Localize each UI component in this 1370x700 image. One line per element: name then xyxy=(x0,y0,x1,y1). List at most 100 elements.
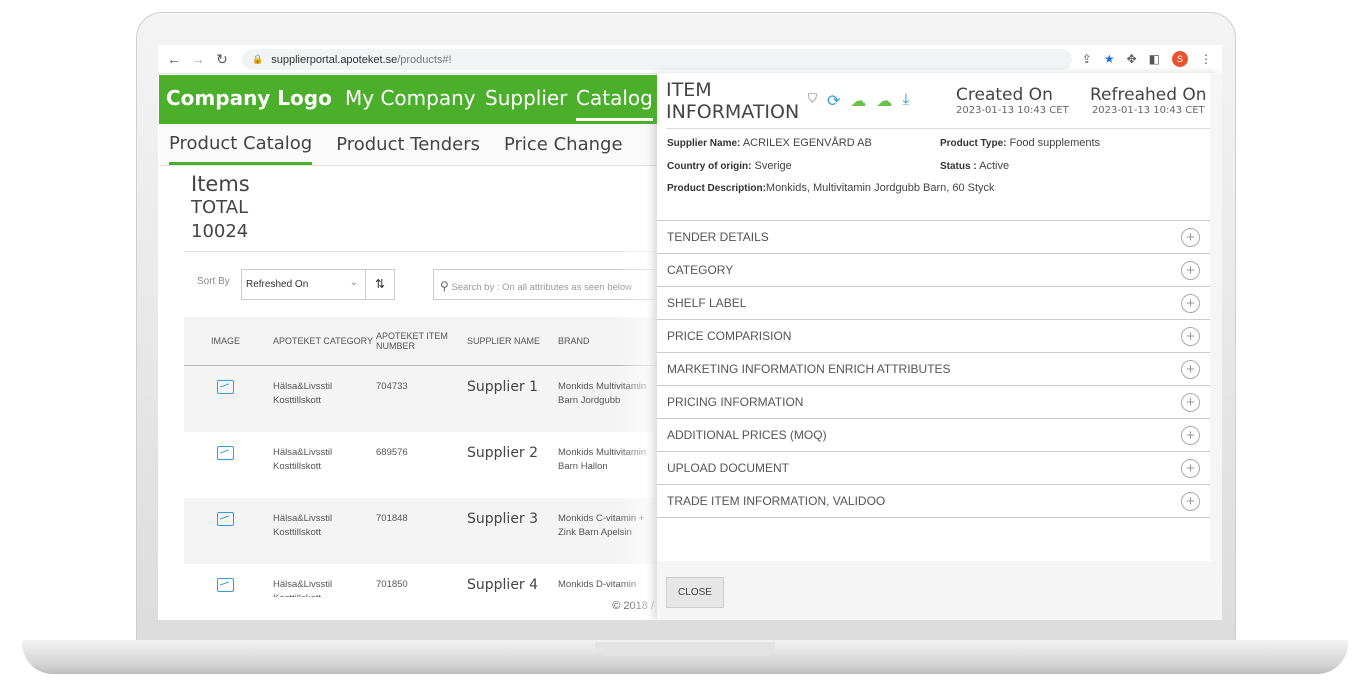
cell-supplier: Supplier 2 xyxy=(467,445,539,461)
section-label: ADDITIONAL PRICES (MOQ) xyxy=(667,428,827,442)
scrollbar[interactable] xyxy=(1210,73,1222,620)
address-bar[interactable]: 🔒 supplierportal.apoteket.se/products#! xyxy=(242,49,1072,70)
extensions-icon[interactable]: ✥ xyxy=(1127,52,1137,66)
description-value: Monkids, Multivitamin Jordgubb Barn, 60 … xyxy=(765,182,995,194)
sidebar-icon[interactable]: ◧ xyxy=(1149,52,1160,66)
accordion-section[interactable]: PRICING INFORMATION + xyxy=(657,386,1210,419)
top-nav: Company Logo My Company Supplier Catalog xyxy=(159,75,657,124)
sort-select[interactable]: Refreshed On ⌄ xyxy=(241,269,366,300)
created-value: 2023-01-13 10:43 CET xyxy=(956,105,1069,116)
panel-title: ITEM INFORMATION xyxy=(666,79,800,123)
products-table: IMAGE APOTEKET CATEGORY APOTEKET ITEM NU… xyxy=(184,317,664,620)
cell-category: Hälsa&Livsstil Kosttillskott xyxy=(273,513,333,538)
refreshed-label: Refreahed On xyxy=(1090,85,1207,105)
country-label: Country of origin: xyxy=(667,161,752,172)
shirt-icon[interactable]: ⛉ xyxy=(808,91,817,111)
item-information-panel: ITEM INFORMATION ⛉ ⟳ ☁ ☁ ⤓ Created On 202… xyxy=(657,73,1222,620)
accordion-section[interactable]: TENDER DETAILS + xyxy=(657,221,1210,254)
plus-icon[interactable]: + xyxy=(1181,425,1200,445)
col-item-number[interactable]: APOTEKET ITEM NUMBER xyxy=(376,331,467,351)
col-category[interactable]: APOTEKET CATEGORY xyxy=(267,336,376,346)
cell-category: Hälsa&Livsstil Kosttillskott xyxy=(273,447,333,472)
tab-product-catalog[interactable]: Product Catalog xyxy=(169,125,313,165)
sort-arrows-icon: ⇅ xyxy=(374,277,386,291)
tab-product-tenders[interactable]: Product Tenders xyxy=(336,126,480,163)
nav-supplier[interactable]: Supplier xyxy=(485,86,567,110)
nav-catalog[interactable]: Catalog xyxy=(576,86,653,121)
col-image[interactable]: IMAGE xyxy=(184,336,267,346)
total-label: TOTAL xyxy=(191,197,249,218)
image-icon[interactable] xyxy=(217,512,234,526)
accordion-section[interactable]: MARKETING INFORMATION ENRICH ATTRIBUTES + xyxy=(657,353,1210,386)
browser-toolbar: ← → ↻ 🔒 supplierportal.apoteket.se/produ… xyxy=(158,45,1222,74)
laptop-notch xyxy=(595,642,775,656)
plus-icon[interactable]: + xyxy=(1181,227,1200,247)
supplier-label: Supplier Name: xyxy=(667,138,741,149)
forward-icon[interactable]: → xyxy=(186,51,210,67)
section-label: CATEGORY xyxy=(667,263,734,277)
image-icon[interactable] xyxy=(217,578,234,592)
panel-footer: CLOSE xyxy=(657,561,1210,620)
share-icon[interactable]: ⇪ xyxy=(1082,52,1092,66)
search-placeholder: Search by : On all attributes as seen be… xyxy=(451,282,633,293)
accordion-section[interactable]: CATEGORY + xyxy=(657,254,1210,287)
avatar[interactable]: S xyxy=(1172,51,1188,67)
type-label: Product Type: xyxy=(940,138,1007,149)
cell-supplier: Supplier 1 xyxy=(467,379,539,395)
divider xyxy=(184,251,664,252)
company-logo[interactable]: Company Logo xyxy=(166,86,332,110)
created-label: Created On xyxy=(956,85,1053,105)
image-icon[interactable] xyxy=(217,446,234,460)
nav-my-company[interactable]: My Company xyxy=(345,86,476,110)
section-label: TRADE ITEM INFORMATION, VALIDOO xyxy=(667,494,886,508)
section-label: SHELF LABEL xyxy=(667,296,747,310)
accordion-section[interactable]: SHELF LABEL + xyxy=(657,287,1210,320)
screen: ← → ↻ 🔒 supplierportal.apoteket.se/produ… xyxy=(158,45,1222,620)
back-icon[interactable]: ← xyxy=(162,51,186,67)
accordion-section[interactable]: TRADE ITEM INFORMATION, VALIDOO + xyxy=(657,485,1210,518)
sort-direction-button[interactable]: ⇅ xyxy=(365,269,395,300)
sort-label: Sort By xyxy=(197,276,230,287)
menu-icon[interactable]: ⋮ xyxy=(1200,52,1212,66)
description-label: Product Description: xyxy=(667,183,766,194)
col-supplier[interactable]: SUPPLIER NAME xyxy=(467,336,558,346)
footer: © 2018 / xyxy=(158,597,658,620)
plus-icon[interactable]: + xyxy=(1181,326,1200,346)
search-icon: ⚲ xyxy=(440,279,449,293)
cloud-download-icon[interactable]: ☁ xyxy=(876,91,892,111)
reload-icon[interactable]: ↻ xyxy=(210,51,234,68)
plus-icon[interactable]: + xyxy=(1181,392,1200,412)
section-label: PRICING INFORMATION xyxy=(667,395,804,409)
sections-accordion: TENDER DETAILS + CATEGORY + SHELF LABEL + PRIC… xyxy=(657,220,1210,518)
download-icon[interactable]: ⤓ xyxy=(902,91,909,111)
price-sync-icon[interactable]: ⟳ xyxy=(827,91,840,111)
plus-icon[interactable]: + xyxy=(1181,458,1200,478)
table-header: IMAGE APOTEKET CATEGORY APOTEKET ITEM NU… xyxy=(184,317,664,366)
country-value: Sverige xyxy=(754,160,792,172)
image-icon[interactable] xyxy=(217,380,234,394)
table-row[interactable]: Hälsa&Livsstil Kosttillskott 704733 Supp… xyxy=(184,366,664,432)
plus-icon[interactable]: + xyxy=(1181,359,1200,379)
accordion-section[interactable]: PRICE COMPARISION + xyxy=(657,320,1210,353)
table-row[interactable]: Hälsa&Livsstil Kosttillskott 701848 Supp… xyxy=(184,498,664,564)
sort-value: Refreshed On xyxy=(246,279,309,290)
plus-icon[interactable]: + xyxy=(1181,491,1200,511)
table-row[interactable]: Hälsa&Livsstil Kosttillskott 689576 Supp… xyxy=(184,432,664,498)
cell-item-number: 701848 xyxy=(376,513,408,524)
cell-category: Hälsa&Livsstil Kosttillskott xyxy=(273,381,333,406)
accordion-section[interactable]: ADDITIONAL PRICES (MOQ) + xyxy=(657,419,1210,452)
plus-icon[interactable]: + xyxy=(1181,260,1200,280)
sub-nav: Product Catalog Product Tenders Price Ch… xyxy=(159,124,657,166)
items-summary: Items TOTAL 10024 xyxy=(191,172,250,244)
plus-icon[interactable]: + xyxy=(1181,293,1200,313)
type-value: Food supplements xyxy=(1009,137,1101,149)
cloud-sync-icon[interactable]: ☁ xyxy=(850,91,866,111)
tab-price-change[interactable]: Price Change xyxy=(504,126,623,163)
url-path: /products#! xyxy=(397,53,452,66)
accordion-section[interactable]: UPLOAD DOCUMENT + xyxy=(657,452,1210,485)
supplier-value: ACRILEX EGENVÅRD AB xyxy=(742,137,872,149)
star-icon[interactable]: ★ xyxy=(1104,52,1115,66)
close-button[interactable]: CLOSE xyxy=(666,577,724,608)
cell-supplier: Supplier 3 xyxy=(467,511,539,527)
url-host: supplierportal.apoteket.se xyxy=(271,53,398,66)
